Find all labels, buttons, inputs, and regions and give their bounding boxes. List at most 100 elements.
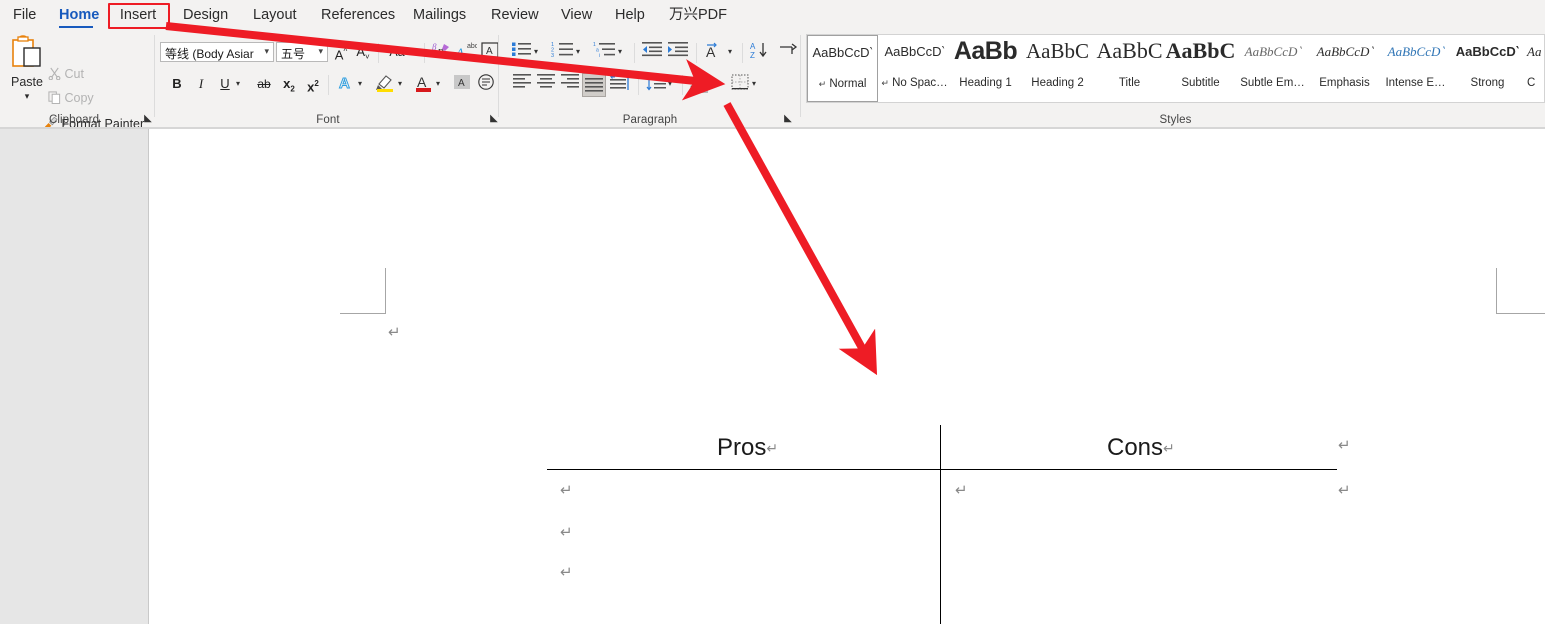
- document-page[interactable]: ↵ Pros↵ Cons↵ ↵ ↵ ↵ ↵ ↵ ↵: [149, 129, 1545, 624]
- superscript-button[interactable]: x2: [302, 73, 324, 95]
- style-item-subtle-emphasis[interactable]: AaBbCcD‵ Subtle Em…: [1237, 35, 1308, 102]
- underline-chevron-down-icon[interactable]: ▾: [236, 73, 240, 95]
- align-center-icon: [537, 74, 555, 88]
- character-border-icon: A: [481, 42, 499, 58]
- change-case-button[interactable]: Aa: [384, 41, 410, 63]
- style-name-intense-emphasis: Intense E…: [1385, 77, 1446, 89]
- justify-button[interactable]: [582, 73, 606, 97]
- multilevel-list-button[interactable]: 1 a i: [592, 41, 618, 63]
- style-item-heading-1[interactable]: AaBb Heading 1: [950, 35, 1021, 102]
- subscript-button[interactable]: x2: [278, 73, 300, 95]
- style-item-subtitle[interactable]: AaBbC Subtitle: [1165, 35, 1236, 102]
- paste-icon: [12, 35, 41, 67]
- group-font-label: Font: [316, 114, 340, 126]
- text-highlight-button[interactable]: [374, 73, 398, 95]
- font-name-combobox[interactable]: 等线 (Body Asiar ▾: [160, 42, 274, 62]
- shrink-font-button[interactable]: A˅: [352, 41, 374, 63]
- distributed-button[interactable]: [608, 73, 632, 95]
- text-highlight-chevron-down-icon[interactable]: ▾: [398, 73, 402, 95]
- multilevel-list-chevron-down-icon[interactable]: ▾: [618, 41, 622, 63]
- cons-header-pilcrow-icon: ↵: [1163, 440, 1175, 456]
- strikethrough-button[interactable]: ab: [252, 73, 276, 95]
- tab-view[interactable]: View: [552, 0, 598, 31]
- bullets-chevron-down-icon[interactable]: ▾: [534, 41, 538, 63]
- paragraph-dialog-launcher[interactable]: ◣: [782, 113, 794, 125]
- enclose-characters-icon: [478, 74, 494, 90]
- font-size-chevron-down-icon[interactable]: ▾: [318, 46, 323, 57]
- tab-review[interactable]: Review: [482, 0, 544, 31]
- borders-button[interactable]: [728, 73, 752, 95]
- italic-button[interactable]: I: [190, 73, 212, 95]
- style-item-title[interactable]: AaBbC Title: [1094, 35, 1165, 102]
- font-size-value: 五号: [281, 47, 306, 61]
- tab-home[interactable]: Home: [50, 0, 102, 31]
- tab-references[interactable]: References: [312, 0, 398, 31]
- clear-all-formatting-button[interactable]: A abc: [454, 41, 479, 63]
- asian-layout-button[interactable]: A: [702, 41, 728, 63]
- borders-chevron-down-icon[interactable]: ▾: [752, 73, 756, 95]
- svg-text:A: A: [339, 75, 350, 91]
- align-center-button[interactable]: [534, 73, 558, 95]
- style-name-normal: ↵ Normal: [818, 78, 867, 90]
- text-effects-chevron-down-icon[interactable]: ▾: [358, 73, 362, 95]
- increase-indent-button[interactable]: [666, 41, 690, 63]
- tab-help[interactable]: Help: [606, 0, 652, 31]
- text-effects-button[interactable]: A: [334, 73, 358, 95]
- change-case-chevron-down-icon[interactable]: ▾: [410, 41, 414, 63]
- tab-review-label: Review: [491, 7, 539, 23]
- numbering-button[interactable]: 1 2 3: [550, 41, 576, 63]
- tab-layout[interactable]: Layout: [244, 0, 304, 31]
- align-left-button[interactable]: [510, 73, 534, 95]
- style-preview-subtle-emphasis: AaBbCcD‵: [1244, 44, 1301, 59]
- paragraph-mark-pros-1: ↵: [560, 481, 573, 499]
- sort-button[interactable]: A Z: [748, 41, 772, 63]
- tab-insert[interactable]: Insert: [110, 0, 166, 31]
- bullets-button[interactable]: [510, 41, 534, 63]
- phonetic-guide-button[interactable]: β P: [430, 41, 454, 63]
- clipboard-dialog-launcher[interactable]: ◣: [142, 113, 154, 125]
- tab-mailings[interactable]: Mailings: [404, 0, 474, 31]
- line-spacing-chevron-down-icon[interactable]: ▾: [668, 73, 672, 95]
- font-name-chevron-down-icon[interactable]: ▾: [264, 46, 269, 57]
- paste-button[interactable]: Paste ▾: [6, 34, 48, 106]
- grow-font-button[interactable]: A^: [330, 41, 352, 63]
- align-right-button[interactable]: [558, 73, 582, 95]
- bold-button[interactable]: B: [166, 73, 188, 95]
- style-item-intense-emphasis[interactable]: AaBbCcD‵ Intense E…: [1380, 35, 1451, 102]
- line-spacing-button[interactable]: [644, 73, 668, 95]
- style-item-normal[interactable]: AaBbCcD‵ ↵ Normal: [807, 35, 878, 102]
- group-divider-3: [800, 35, 801, 117]
- style-item-quote[interactable]: Aa C: [1524, 35, 1545, 102]
- show-formatting-marks-button[interactable]: [776, 41, 800, 63]
- paragraph-mark-pros-3: ↵: [560, 563, 573, 581]
- increase-indent-icon: [668, 42, 688, 57]
- word-window: File Home Insert Design Layout Reference…: [0, 0, 1545, 624]
- shading-button[interactable]: [688, 73, 712, 95]
- para-sep-1: [634, 43, 635, 63]
- tab-file[interactable]: File: [4, 0, 42, 31]
- paragraph-mark-header-row-end: ↵: [1338, 436, 1351, 454]
- font-color-chevron-down-icon[interactable]: ▾: [436, 73, 440, 95]
- enclose-characters-button[interactable]: [474, 73, 498, 95]
- copy-button[interactable]: Copy: [48, 91, 94, 105]
- style-name-subtle-emphasis: Subtle Em…: [1240, 77, 1305, 89]
- tab-design[interactable]: Design: [174, 0, 234, 31]
- style-item-no-spacing[interactable]: AaBbCcD‵ ↵ No Spac…: [879, 35, 950, 102]
- font-color-button[interactable]: A: [412, 73, 436, 95]
- bullets-icon: [512, 42, 531, 56]
- underline-button[interactable]: U: [214, 73, 236, 95]
- character-shading-button[interactable]: A: [450, 73, 474, 95]
- paste-chevron-down-icon[interactable]: ▾: [6, 91, 48, 102]
- cut-button[interactable]: Cut: [48, 67, 84, 81]
- shading-chevron-down-icon[interactable]: ▾: [712, 73, 716, 95]
- style-item-emphasis[interactable]: AaBbCcD‵ Emphasis: [1309, 35, 1380, 102]
- style-item-strong[interactable]: AaBbCcD‵ Strong: [1452, 35, 1523, 102]
- decrease-indent-button[interactable]: [640, 41, 664, 63]
- tab-wanxing-pdf[interactable]: 万兴PDF: [660, 0, 736, 31]
- asian-layout-chevron-down-icon[interactable]: ▾: [728, 41, 732, 63]
- asian-layout-icon: A: [706, 42, 717, 60]
- style-item-heading-2[interactable]: AaBbC Heading 2: [1022, 35, 1093, 102]
- group-divider-2: [498, 35, 499, 117]
- numbering-chevron-down-icon[interactable]: ▾: [576, 41, 580, 63]
- font-size-combobox[interactable]: 五号 ▾: [276, 42, 328, 62]
